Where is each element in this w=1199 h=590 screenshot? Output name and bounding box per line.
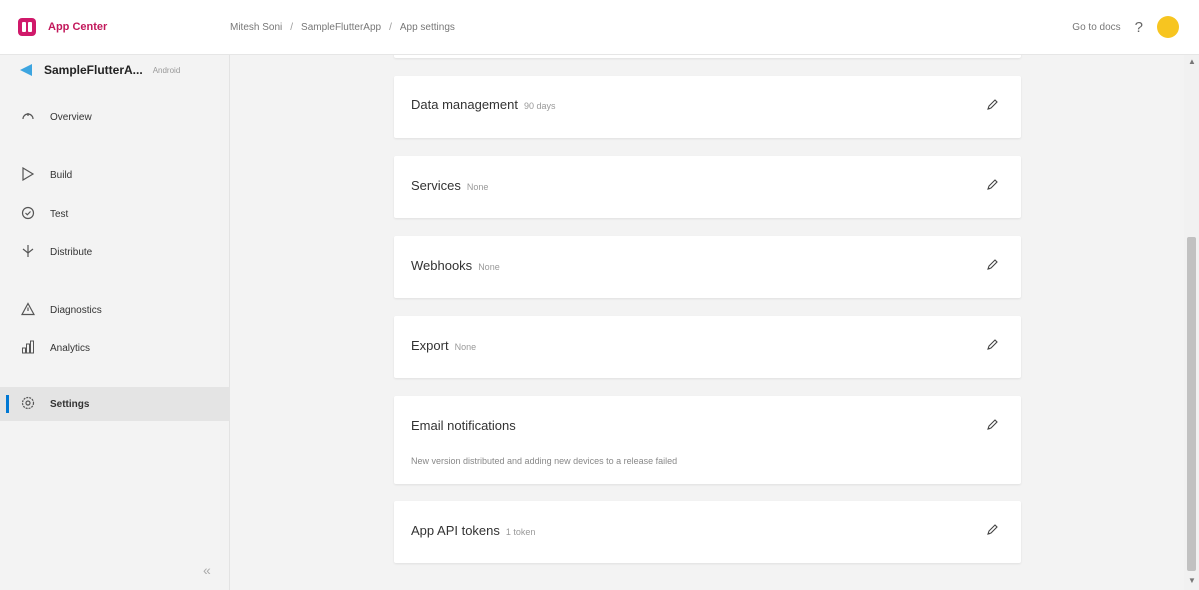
scrollbar-thumb[interactable]: [1187, 237, 1196, 571]
sidebar-item-distribute[interactable]: Distribute: [0, 235, 230, 269]
settings-card-email-notifications: Email notifications New version distribu…: [394, 396, 1021, 484]
card-value: None: [478, 262, 500, 272]
edit-pencil-icon[interactable]: [985, 258, 999, 272]
card-value: None: [466, 182, 489, 192]
settings-card-services: Services None: [394, 156, 1021, 218]
sidebar-item-overview[interactable]: Overview: [0, 100, 230, 134]
card-title-text: Webhooks: [411, 258, 473, 273]
collapse-sidebar-icon[interactable]: «: [203, 562, 211, 578]
sidebar-item-label: Settings: [50, 398, 90, 410]
scroll-up-icon[interactable]: ▲: [1188, 57, 1196, 66]
settings-card-partial: [394, 55, 1021, 58]
sidebar-item-label: Diagnostics: [50, 304, 102, 316]
gear-icon: [20, 396, 36, 413]
sidebar-item-test[interactable]: Test: [0, 197, 230, 231]
breadcrumb: Mitesh Soni / SampleFlutterApp / App set…: [230, 22, 455, 33]
breadcrumb-page: App settings: [399, 21, 455, 33]
card-title-text: Export: [411, 338, 449, 353]
scroll-down-icon[interactable]: ▼: [1188, 576, 1196, 585]
settings-card-app-api-tokens: App API tokens 1 token: [394, 501, 1021, 563]
sidebar-item-build[interactable]: Build: [0, 158, 230, 192]
gauge-icon: [20, 109, 36, 126]
breadcrumb-user[interactable]: Mitesh Soni: [230, 22, 282, 33]
sidebar-item-diagnostics[interactable]: Diagnostics: [0, 293, 230, 327]
edit-pencil-icon[interactable]: [985, 338, 999, 352]
card-title-text: Services: [411, 178, 461, 193]
breadcrumb-app[interactable]: SampleFlutterApp: [301, 22, 381, 33]
sidebar-item-label: Overview: [50, 111, 92, 123]
distribute-icon: [20, 244, 36, 261]
card-title: Data management 90 days: [411, 97, 555, 112]
settings-panel: Data management 90 days Services None Webh…: [231, 55, 1184, 590]
app-name: SampleFlutterA...: [44, 63, 143, 77]
sidebar: SampleFlutterA... Android Overview Build…: [0, 55, 230, 590]
breadcrumb-separator: /: [389, 21, 392, 33]
sidebar-item-analytics[interactable]: Analytics: [0, 331, 230, 365]
app-platform: Android: [152, 65, 181, 75]
edit-pencil-icon[interactable]: [985, 178, 999, 192]
card-title: Export None: [411, 338, 476, 353]
settings-card-data-management: Data management 90 days: [394, 76, 1021, 138]
help-icon[interactable]: ?: [1135, 19, 1143, 36]
bar-chart-icon: [20, 340, 36, 357]
sidebar-item-label: Analytics: [50, 342, 91, 354]
brand-name: App Center: [48, 21, 108, 33]
go-to-docs-link[interactable]: Go to docs: [1072, 22, 1120, 33]
app-center-logo-icon: [18, 18, 36, 36]
card-title-text: Data management: [411, 97, 518, 112]
card-title: Services None: [411, 178, 488, 193]
app-switcher[interactable]: SampleFlutterA... Android: [0, 55, 229, 85]
card-title-text: Email notifications: [411, 418, 516, 433]
card-title-text: App API tokens: [411, 523, 500, 538]
card-title: Email notifications: [411, 418, 516, 433]
vertical-scrollbar[interactable]: ▲ ▼: [1184, 55, 1199, 590]
top-bar: App Center Mitesh Soni / SampleFlutterAp…: [0, 0, 1199, 55]
edit-pencil-icon[interactable]: [985, 418, 999, 432]
settings-card-export: Export None: [394, 316, 1021, 378]
card-title: App API tokens 1 token: [411, 523, 535, 538]
card-value: 90 days: [523, 101, 556, 111]
sidebar-item-label: Distribute: [50, 246, 93, 258]
play-icon: [20, 166, 36, 184]
flutter-icon: [20, 62, 34, 78]
warning-icon: [20, 301, 36, 319]
edit-pencil-icon[interactable]: [985, 98, 999, 112]
breadcrumb-separator: /: [290, 21, 294, 33]
check-circle-icon: [20, 206, 36, 223]
settings-card-webhooks: Webhooks None: [394, 236, 1021, 298]
edit-pencil-icon[interactable]: [985, 523, 999, 537]
card-value: None: [454, 342, 477, 352]
sidebar-item-label: Build: [50, 169, 73, 181]
sidebar-item-settings[interactable]: Settings: [0, 387, 230, 421]
brand[interactable]: App Center: [0, 18, 230, 36]
card-value: 1 token: [505, 527, 536, 537]
sidebar-item-label: Test: [50, 208, 69, 220]
card-title: Webhooks None: [411, 258, 500, 273]
avatar[interactable]: [1157, 16, 1179, 38]
card-description: New version distributed and adding new d…: [411, 456, 678, 466]
